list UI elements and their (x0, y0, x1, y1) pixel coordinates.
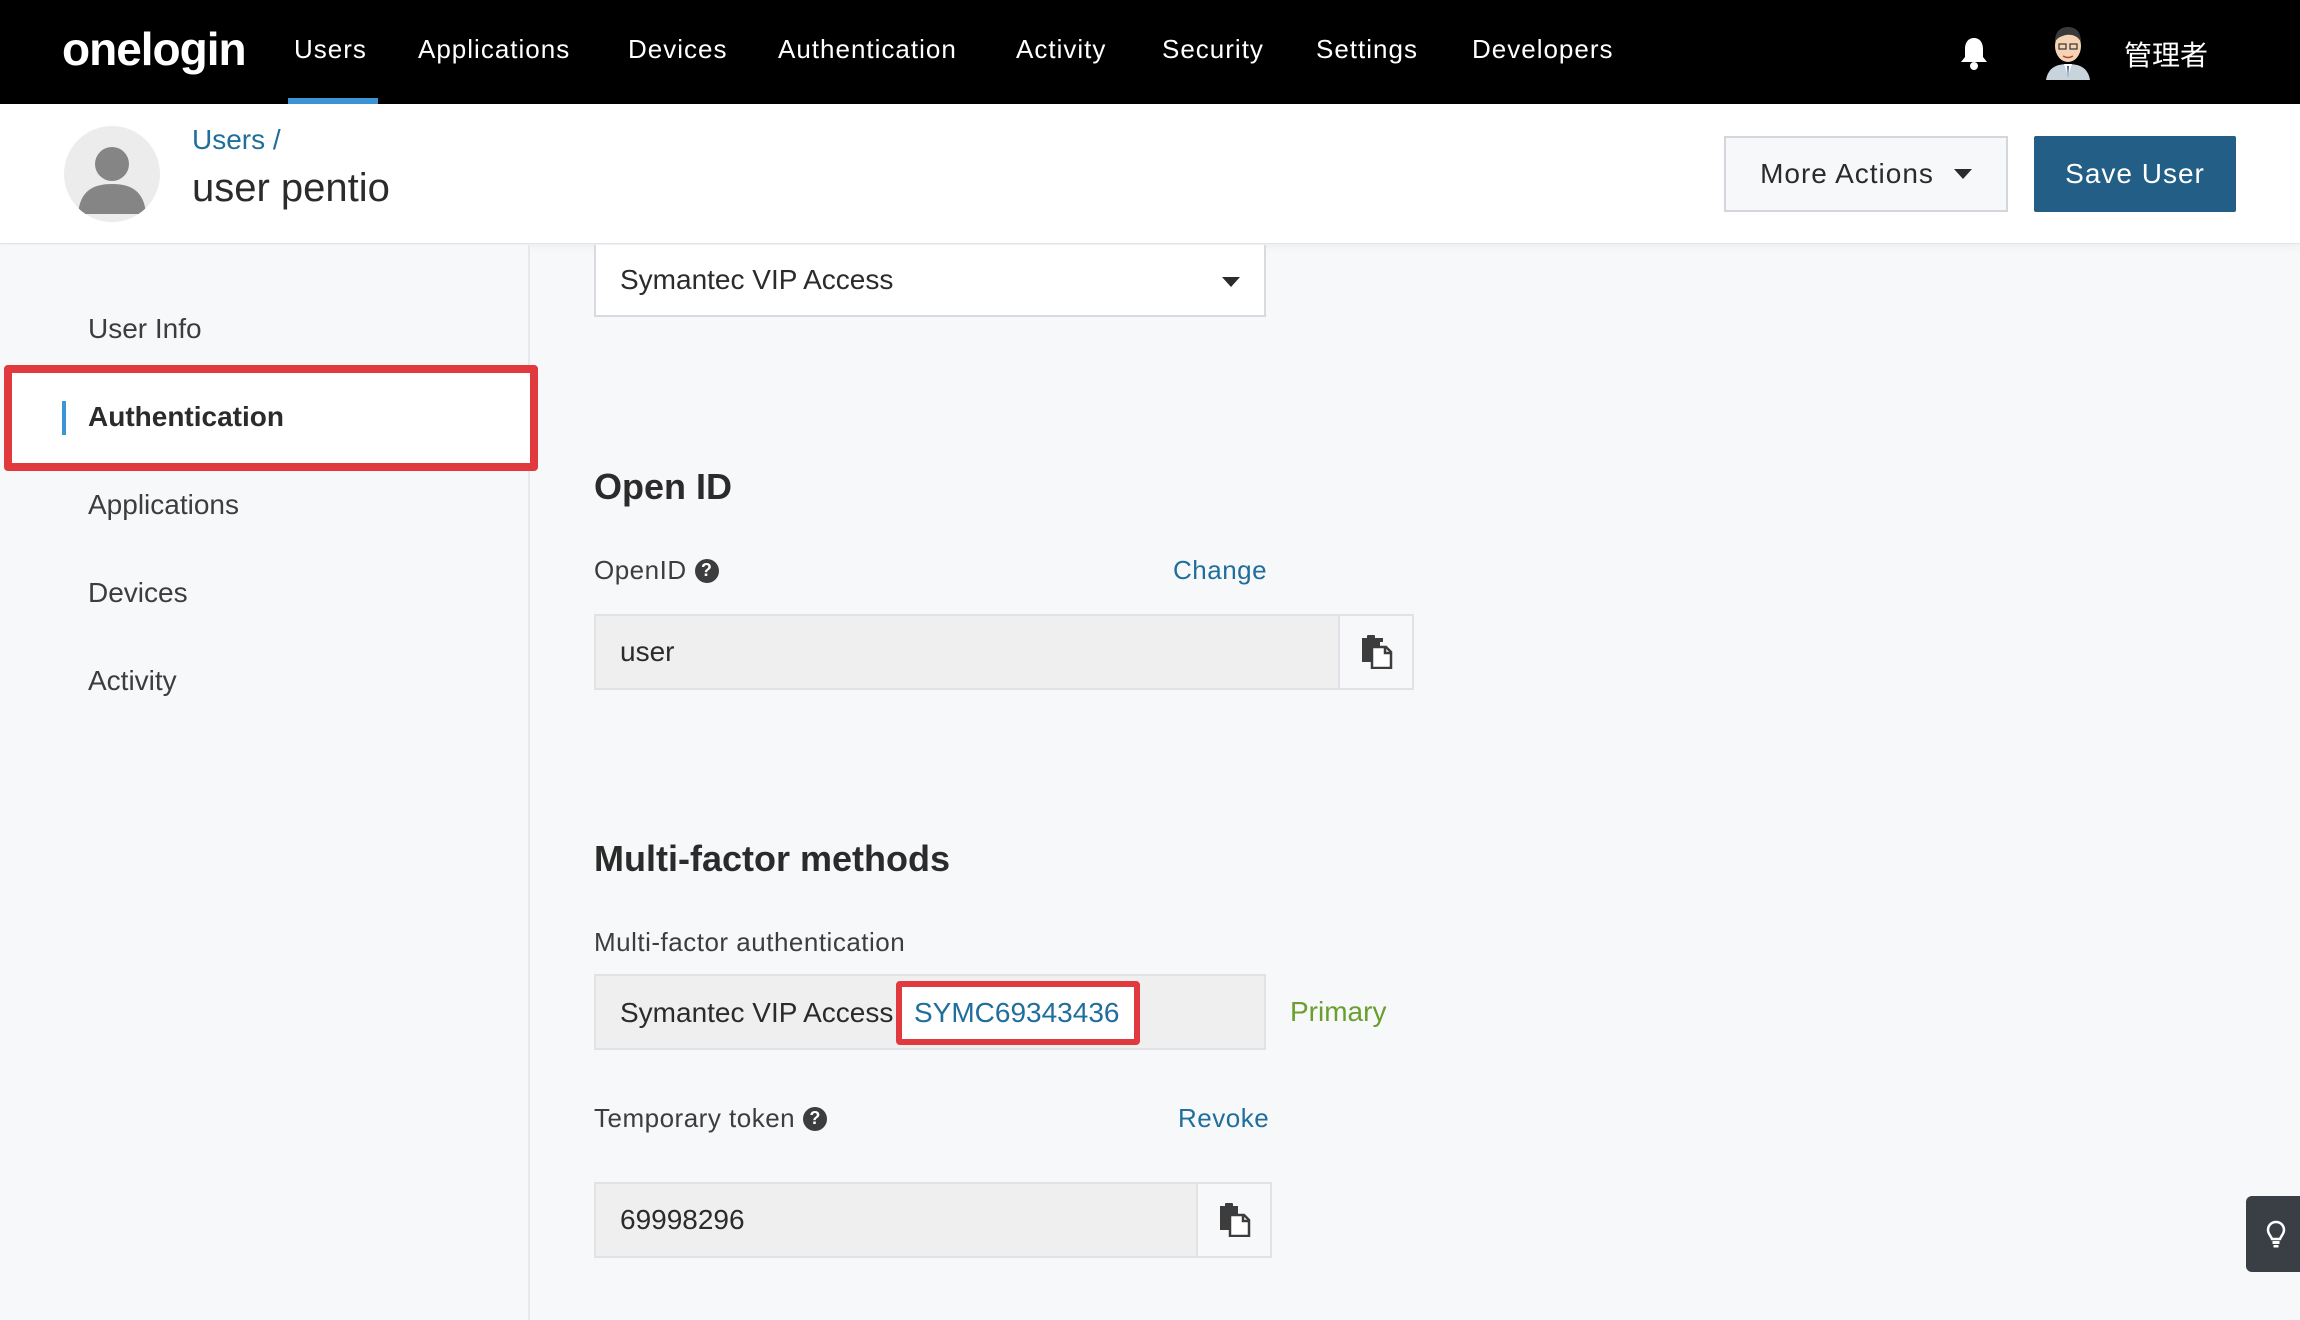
nav-users[interactable]: Users (294, 34, 367, 65)
nav-developers[interactable]: Developers (1472, 34, 1614, 65)
openid-section-title: Open ID (594, 466, 733, 507)
user-sidebar: User Info Authentication Applications De… (0, 245, 538, 1320)
policy-select[interactable]: Symantec VIP Access (594, 245, 1266, 317)
nav-settings[interactable]: Settings (1316, 34, 1418, 65)
revoke-link[interactable]: Revoke (1178, 1103, 1269, 1134)
nav-applications[interactable]: Applications (418, 34, 570, 65)
temp-token-label: Temporary token ? (594, 1103, 828, 1134)
more-actions-button[interactable]: More Actions (1724, 136, 2008, 212)
sidebar-item-applications[interactable]: Applications (88, 489, 239, 521)
help-icon[interactable]: ? (803, 1106, 828, 1131)
policy-select-value: Symantec VIP Access (620, 264, 894, 295)
sidebar-item-user-info[interactable]: User Info (88, 313, 202, 345)
bell-icon[interactable] (1958, 36, 1990, 70)
temp-token-value: 69998296 (620, 1204, 745, 1235)
onelogin-logo[interactable]: onelogin (62, 22, 247, 76)
caret-down-icon (1953, 169, 1972, 179)
admin-avatar-icon[interactable] (2044, 22, 2092, 80)
lightbulb-icon (2266, 1220, 2286, 1248)
openid-label-text: OpenID (594, 555, 687, 585)
caret-down-icon (1222, 277, 1240, 287)
openid-value: user (620, 636, 675, 667)
copy-icon (1362, 635, 1393, 669)
help-widget-button[interactable] (2246, 1196, 2300, 1272)
mfa-section-title: Multi-factor methods (594, 838, 950, 879)
openid-copy-button[interactable] (1338, 614, 1414, 690)
mfa-method-name: Symantec VIP Access (620, 997, 894, 1028)
openid-field[interactable] (594, 614, 1342, 690)
nav-devices[interactable]: Devices (628, 34, 727, 65)
sidebar-item-devices[interactable]: Devices (88, 577, 188, 609)
temp-token-label-text: Temporary token (594, 1103, 796, 1133)
help-icon[interactable]: ? (694, 558, 719, 583)
nav-authentication[interactable]: Authentication (778, 34, 957, 65)
user-header: Users / user pentio More Actions Save Us… (0, 104, 2300, 244)
nav-security[interactable]: Security (1162, 34, 1264, 65)
save-user-button[interactable]: Save User (2034, 136, 2236, 212)
openid-label: OpenID ? (594, 555, 719, 586)
breadcrumb[interactable]: Users / (192, 124, 281, 156)
sidebar-item-activity[interactable]: Activity (88, 665, 177, 697)
user-avatar-icon (64, 126, 160, 222)
top-navbar: onelogin Users Applications Devices Auth… (0, 0, 2300, 104)
mfa-serial-link[interactable]: SYMC69343436 (914, 997, 1119, 1029)
highlight-box (4, 365, 538, 471)
openid-change-link[interactable]: Change (1173, 555, 1267, 586)
temp-token-copy-button[interactable] (1196, 1182, 1272, 1258)
admin-name[interactable]: 管理者 (2124, 34, 2208, 74)
copy-icon (1220, 1203, 1251, 1237)
more-actions-label: More Actions (1760, 158, 1934, 189)
mfa-primary-badge: Primary (1290, 996, 1387, 1027)
nav-activity[interactable]: Activity (1016, 34, 1106, 65)
mfa-label: Multi-factor authentication (594, 927, 906, 957)
page-title: user pentio (192, 166, 390, 210)
